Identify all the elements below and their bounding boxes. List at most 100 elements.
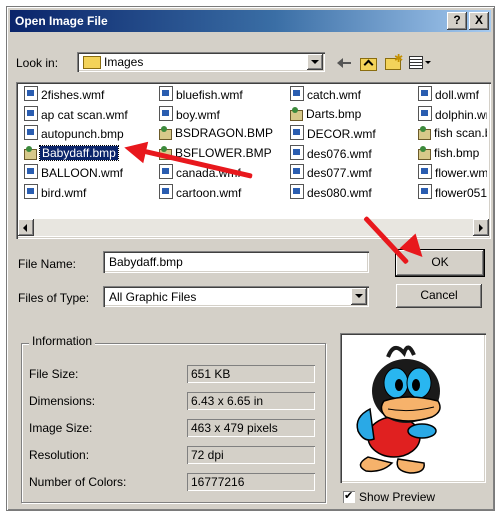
file-item[interactable]: cartoon.wmf — [159, 184, 241, 200]
metafile-icon — [290, 164, 304, 179]
file-item[interactable]: des076.wmf — [290, 145, 372, 161]
file-item[interactable]: ap cat scan.wmf — [24, 106, 128, 122]
image-preview — [340, 333, 486, 483]
bitmap-file-icon — [418, 146, 431, 160]
new-folder-icon[interactable]: ✱ — [384, 53, 403, 70]
metafile-icon — [24, 164, 38, 179]
file-item[interactable]: BSDRAGON.BMP — [159, 125, 273, 141]
metafile-icon — [24, 86, 38, 101]
metafile-icon — [24, 125, 38, 140]
scroll-right-button[interactable] — [473, 219, 489, 236]
file-name-input[interactable]: Babydaff.bmp — [103, 251, 369, 273]
info-label: Number of Colors: — [29, 475, 127, 489]
file-name: doll.wmf — [435, 88, 480, 102]
file-name: DECOR.wmf — [307, 127, 376, 141]
bitmap-file-icon — [24, 146, 37, 160]
checkmark-icon: ✔ — [344, 490, 354, 502]
info-value: 16777216 — [187, 473, 315, 491]
file-item[interactable]: Babydaff.bmp — [24, 145, 119, 161]
info-value: 6.43 x 6.65 in — [187, 392, 315, 410]
metafile-icon — [418, 164, 432, 179]
metafile-icon — [159, 106, 173, 121]
look-in-label: Look in: — [16, 56, 59, 70]
files-of-type-dropdown[interactable]: All Graphic Files — [103, 286, 369, 307]
help-button[interactable]: ? — [447, 12, 467, 30]
info-label: Image Size: — [29, 421, 93, 435]
files-of-type-label: Files of Type: — [18, 291, 90, 305]
title-bar[interactable]: Open Image File ? X — [10, 10, 491, 32]
file-item[interactable]: flower.wm — [418, 164, 487, 180]
file-name: BALLOON.wmf — [41, 166, 124, 180]
file-item[interactable]: fish scan.b — [418, 125, 487, 141]
show-preview-checkbox[interactable]: ✔ — [343, 490, 355, 503]
window-title: Open Image File — [15, 14, 108, 28]
file-name: cartoon.wmf — [176, 186, 242, 200]
file-list-area: 2fishes.wmf ap cat scan.wmf autopunch.bmp B… — [20, 86, 487, 215]
chevron-down-icon — [311, 60, 319, 64]
file-item[interactable]: Darts.bmp — [290, 106, 361, 122]
file-item[interactable]: dolphin.wn — [418, 106, 487, 122]
metafile-icon — [290, 184, 304, 199]
metafile-icon — [290, 86, 304, 101]
file-item[interactable]: bird.wmf — [24, 184, 86, 200]
open-image-file-dialog: Open Image File ? X Look in: Images ✱ 2f… — [6, 6, 495, 511]
file-name: flower051. — [435, 186, 487, 200]
files-of-type-dropdown-button[interactable] — [351, 288, 367, 305]
file-item[interactable]: catch.wmf — [290, 86, 361, 102]
file-item[interactable]: flower051. — [418, 184, 487, 200]
file-name-value: Babydaff.bmp — [109, 255, 183, 269]
info-value: 463 x 479 pixels — [187, 419, 315, 437]
up-folder-icon[interactable] — [359, 54, 377, 71]
file-item[interactable]: doll.wmf — [418, 86, 479, 102]
file-name: catch.wmf — [307, 88, 362, 102]
metafile-icon — [418, 184, 432, 199]
file-name: 2fishes.wmf — [41, 88, 105, 102]
file-name: boy.wmf — [176, 108, 220, 122]
info-label: Dimensions: — [29, 394, 96, 408]
file-item[interactable]: des077.wmf — [290, 164, 372, 180]
info-value: 651 KB — [187, 365, 315, 383]
arrow-right-icon — [479, 224, 483, 232]
file-name: BSDRAGON.BMP — [175, 126, 274, 140]
show-preview-label: Show Preview — [359, 490, 436, 504]
look-in-value: Images — [104, 55, 144, 69]
metafile-icon — [290, 125, 304, 140]
metafile-icon — [290, 145, 304, 160]
bitmap-file-icon — [418, 126, 431, 140]
info-value: 72 dpi — [187, 446, 315, 464]
metafile-icon — [24, 106, 38, 121]
file-item[interactable]: fish.bmp — [418, 145, 479, 161]
bitmap-file-icon — [159, 126, 172, 140]
cancel-button[interactable]: Cancel — [396, 284, 482, 308]
file-item[interactable]: 2fishes.wmf — [24, 86, 104, 102]
metafile-icon — [24, 184, 38, 199]
horizontal-scrollbar[interactable] — [18, 219, 489, 236]
file-name: des077.wmf — [307, 166, 372, 180]
file-item[interactable]: DECOR.wmf — [290, 125, 376, 141]
look-in-dropdown[interactable]: Images — [77, 52, 325, 72]
metafile-icon — [418, 106, 432, 121]
file-name: dolphin.wn — [435, 108, 487, 122]
file-list[interactable]: 2fishes.wmf ap cat scan.wmf autopunch.bmp B… — [16, 82, 491, 239]
file-name: ap cat scan.wmf — [41, 108, 128, 122]
file-name: flower.wm — [435, 166, 487, 180]
arrow-left-icon — [23, 224, 27, 232]
metafile-icon — [159, 86, 173, 101]
file-item[interactable]: bluefish.wmf — [159, 86, 243, 102]
file-item[interactable]: autopunch.bmp — [24, 125, 124, 141]
bitmap-file-icon — [290, 107, 303, 121]
file-item[interactable]: BALLOON.wmf — [24, 164, 123, 180]
file-name: des080.wmf — [307, 186, 372, 200]
back-icon[interactable] — [337, 55, 355, 71]
file-name: fish.bmp — [434, 146, 480, 160]
metafile-icon — [418, 86, 432, 101]
file-item[interactable]: boy.wmf — [159, 106, 220, 122]
scroll-left-button[interactable] — [18, 219, 34, 236]
duck-preview-image — [356, 345, 441, 474]
file-item[interactable]: des080.wmf — [290, 184, 372, 200]
folder-icon — [83, 56, 101, 69]
close-button[interactable]: X — [469, 12, 489, 30]
look-in-dropdown-button[interactable] — [307, 54, 323, 70]
view-menu-icon[interactable] — [408, 54, 432, 70]
info-label: File Size: — [29, 367, 79, 381]
